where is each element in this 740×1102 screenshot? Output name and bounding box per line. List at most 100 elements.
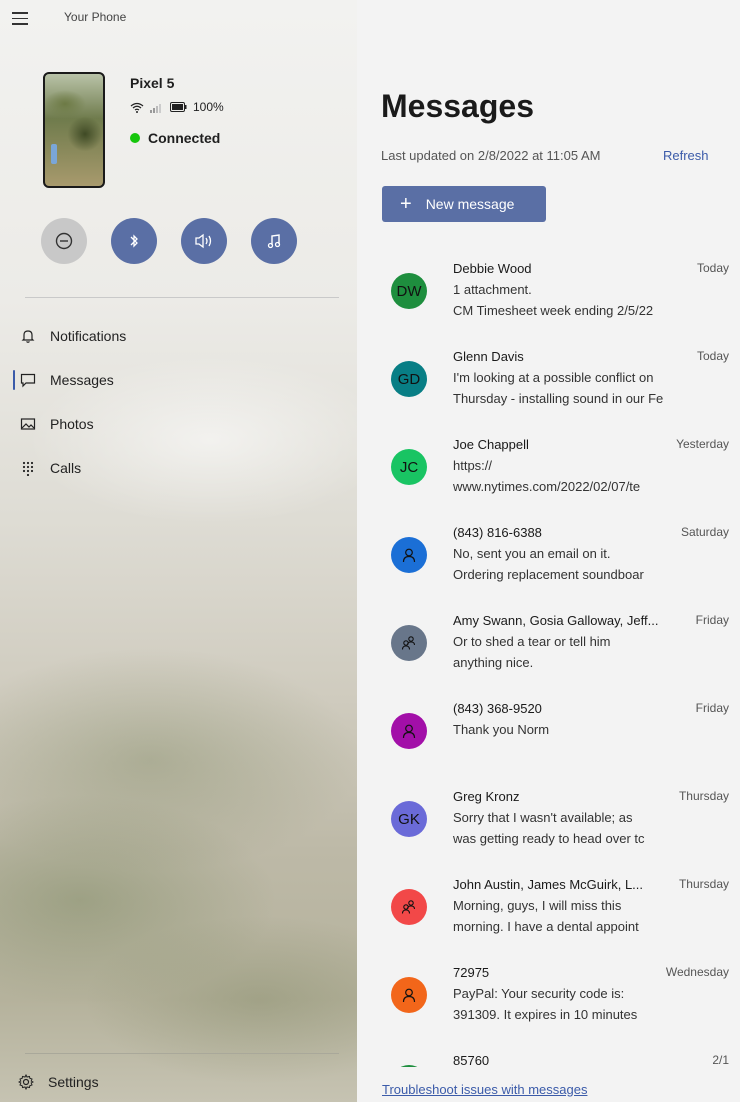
photo-icon bbox=[20, 418, 36, 430]
dialpad-icon bbox=[22, 461, 34, 476]
divider bbox=[25, 1053, 339, 1054]
contact-name: Glenn Davis bbox=[453, 349, 524, 364]
new-message-label: New message bbox=[425, 196, 515, 212]
message-date: Saturday bbox=[680, 525, 729, 539]
nav-label: Notifications bbox=[50, 328, 127, 344]
bell-icon bbox=[21, 330, 35, 343]
message-date: Today bbox=[696, 261, 729, 275]
conversation-item[interactable]: GK Greg Kronz Thursday Sorry that I wasn't … bbox=[357, 783, 740, 871]
phone-wallpaper-thumbnail bbox=[43, 72, 105, 188]
nav-label: Photos bbox=[50, 416, 94, 432]
divider bbox=[25, 297, 339, 298]
avatar: JC bbox=[391, 449, 427, 485]
message-preview-line: Or to shed a tear or tell him bbox=[453, 634, 611, 649]
conversation-item[interactable]: Amy Swann, Gosia Galloway, Jeff... Friday… bbox=[357, 607, 740, 695]
group-icon bbox=[401, 900, 416, 914]
avatar bbox=[391, 977, 427, 1013]
battery-icon bbox=[170, 102, 187, 112]
message-date: Friday bbox=[695, 701, 729, 715]
signal-icon bbox=[150, 103, 161, 113]
do-not-disturb-icon bbox=[55, 232, 73, 250]
audio-button[interactable] bbox=[181, 218, 227, 264]
contact-name: John Austin, James McGuirk, L... bbox=[453, 877, 644, 892]
contact-name: 85760 bbox=[453, 1053, 490, 1067]
contact-name: Amy Swann, Gosia Galloway, Jeff... bbox=[453, 613, 659, 628]
nav-item-notifications[interactable]: Notifications bbox=[0, 314, 357, 358]
contact-name: (843) 368-9520 bbox=[453, 701, 542, 716]
speaker-icon bbox=[195, 233, 212, 249]
gear-icon bbox=[18, 1074, 34, 1090]
person-icon bbox=[402, 988, 416, 1003]
nav-label: Messages bbox=[50, 372, 114, 388]
conversation-item[interactable]: DW Debbie Wood Today 1 attachment. CM Timesh… bbox=[357, 255, 740, 343]
conversation-item[interactable]: (843) 368-9520 Friday Thank you Norm bbox=[357, 695, 740, 783]
connection-status: Connected bbox=[130, 130, 220, 146]
app-title: Your Phone bbox=[64, 10, 127, 24]
message-preview-line: Morning, guys, I will miss this bbox=[453, 898, 622, 913]
message-preview-line: I'm looking at a possible conflict on bbox=[453, 370, 654, 385]
message-preview-line: https:// bbox=[453, 458, 493, 473]
message-preview-line: 391309. It expires in 10 minutes bbox=[453, 1007, 638, 1022]
message-preview-line: was getting ready to head over tc bbox=[453, 831, 645, 846]
message-date: Wednesday bbox=[665, 965, 729, 979]
battery-percent: 100% bbox=[193, 100, 224, 114]
do-not-disturb-button[interactable] bbox=[41, 218, 87, 264]
avatar bbox=[391, 537, 427, 573]
connected-dot-icon bbox=[130, 133, 140, 143]
conversation-item[interactable]: JC Joe Chappell Yesterday https:// www.nytim… bbox=[357, 431, 740, 519]
connection-label: Connected bbox=[148, 130, 221, 146]
avatar: GK bbox=[391, 801, 427, 837]
avatar bbox=[391, 625, 427, 661]
message-preview-line: 1 attachment. bbox=[453, 282, 532, 297]
message-preview-line: PayPal: Your security code is: bbox=[453, 986, 625, 1001]
group-icon bbox=[401, 636, 416, 650]
message-date: Thursday bbox=[678, 789, 729, 803]
conversation-list[interactable]: DW Debbie Wood Today 1 attachment. CM Timesh… bbox=[357, 255, 740, 1067]
message-preview-line: morning. I have a dental appoint bbox=[453, 919, 639, 934]
side-panel: Your Phone Pixel 5 100% Connected Notifi… bbox=[0, 0, 357, 1102]
hamburger-menu-icon[interactable] bbox=[12, 8, 32, 26]
avatar: DW bbox=[391, 273, 427, 309]
conversation-item[interactable]: 72975 Wednesday PayPal: Your security code… bbox=[357, 959, 740, 1047]
message-preview-line: anything nice. bbox=[453, 655, 534, 670]
device-name: Pixel 5 bbox=[130, 75, 175, 91]
message-date: Yesterday bbox=[676, 437, 729, 451]
message-preview-line: Thursday - installing sound in our Fe bbox=[453, 391, 664, 406]
message-preview-line: Thank you Norm bbox=[453, 722, 550, 737]
nav-item-photos[interactable]: Photos bbox=[0, 402, 357, 446]
bluetooth-icon bbox=[130, 234, 138, 248]
bluetooth-button[interactable] bbox=[111, 218, 157, 264]
avatar bbox=[391, 1065, 427, 1067]
last-updated-text: Last updated on 2/8/2022 at 11:05 AM bbox=[381, 148, 601, 163]
chat-icon bbox=[20, 373, 36, 388]
new-message-button[interactable]: + New message bbox=[382, 186, 546, 222]
message-date: Today bbox=[696, 349, 729, 363]
contact-name: Debbie Wood bbox=[453, 261, 532, 276]
avatar: GD bbox=[391, 361, 427, 397]
message-preview-line: www.nytimes.com/2022/02/07/te bbox=[453, 479, 641, 494]
message-preview-line: CM Timesheet week ending 2/5/22 bbox=[453, 303, 654, 318]
person-icon bbox=[402, 548, 416, 563]
media-button[interactable] bbox=[251, 218, 297, 264]
navigation: Notifications Messages Photos Calls bbox=[0, 314, 357, 490]
wifi-icon bbox=[130, 102, 144, 113]
troubleshoot-link[interactable]: Troubleshoot issues with messages bbox=[382, 1082, 587, 1097]
plus-icon: + bbox=[400, 193, 412, 215]
message-preview-line: No, sent you an email on it. bbox=[453, 546, 611, 561]
conversation-item[interactable]: GD Glenn Davis Today I'm looking at a possi… bbox=[357, 343, 740, 431]
contact-name: 72975 bbox=[453, 965, 490, 980]
device-status: 100% bbox=[130, 100, 224, 114]
conversation-item[interactable]: 85760 2/1 bbox=[357, 1047, 740, 1067]
nav-item-messages[interactable]: Messages bbox=[0, 358, 357, 402]
messages-panel: Messages Last updated on 2/8/2022 at 11:… bbox=[357, 0, 740, 1102]
refresh-link[interactable]: Refresh bbox=[663, 148, 709, 163]
nav-item-calls[interactable]: Calls bbox=[0, 446, 357, 490]
settings-button[interactable]: Settings bbox=[18, 1074, 99, 1090]
contact-name: (843) 816-6388 bbox=[453, 525, 542, 540]
conversation-item[interactable]: John Austin, James McGuirk, L... Thursday… bbox=[357, 871, 740, 959]
message-preview-line: Ordering replacement soundboar bbox=[453, 567, 644, 582]
conversation-item[interactable]: (843) 816-6388 Saturday No, sent you an em… bbox=[357, 519, 740, 607]
music-note-icon bbox=[267, 234, 281, 249]
message-date: 2/1 bbox=[712, 1053, 729, 1067]
avatar bbox=[391, 713, 427, 749]
